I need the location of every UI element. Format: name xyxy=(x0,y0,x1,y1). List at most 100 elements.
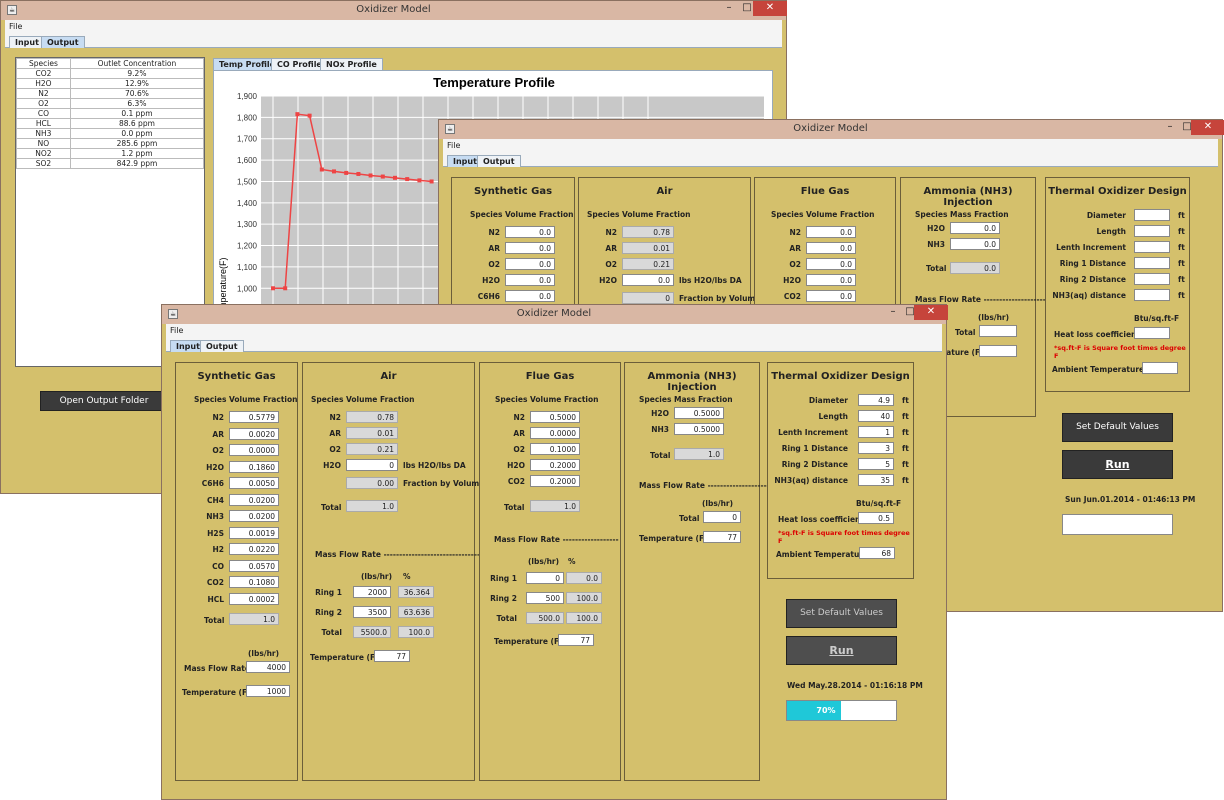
species-cell: CO2 xyxy=(16,68,71,79)
tab-output[interactable]: Output xyxy=(477,155,521,167)
close-icon[interactable]: ✕ xyxy=(914,305,948,320)
synthetic-temperature-field[interactable]: 1000 xyxy=(246,685,290,697)
co2-field[interactable]: 0.1080 xyxy=(229,576,279,588)
n2-field[interactable]: 0.0 xyxy=(505,226,555,238)
back-titlebar[interactable]: ☕ Oxidizer Model – □ ✕ xyxy=(1,1,787,20)
ch4-field[interactable]: 0.0200 xyxy=(229,493,279,506)
design-field[interactable]: 3 xyxy=(858,442,894,454)
nh3-field[interactable]: 0.0 xyxy=(950,238,1000,250)
h2o-field[interactable]: 0.0 xyxy=(622,274,674,286)
ring-lbs-field[interactable]: 0 xyxy=(526,572,564,584)
set-default-values-button[interactable]: Set Default Values xyxy=(786,599,897,628)
h2o-field[interactable]: 0 xyxy=(346,459,398,471)
total-label: Total xyxy=(650,451,671,460)
o2-field[interactable]: 0.0 xyxy=(505,258,555,270)
hcl-field[interactable]: 0.0002 xyxy=(229,592,279,605)
ar-field[interactable]: 0.0020 xyxy=(229,427,279,440)
menu-file[interactable]: File xyxy=(5,20,782,34)
co-field[interactable]: 0.0570 xyxy=(229,559,279,572)
air-temperature-field[interactable]: 77 xyxy=(374,650,410,662)
h2o-field[interactable]: 0.2000 xyxy=(530,459,580,471)
h2s-field[interactable]: 0.0019 xyxy=(229,526,279,539)
unit-ft: ft xyxy=(902,412,909,421)
nh3-field[interactable]: 0.0200 xyxy=(229,510,279,522)
species-cell: O2 xyxy=(16,98,71,109)
n2-field[interactable]: 0.0 xyxy=(806,226,856,238)
design-label: Lenth Increment xyxy=(778,428,848,437)
tab-nox-profile[interactable]: NOx Profile xyxy=(320,58,383,70)
design-field[interactable]: 4.9 xyxy=(858,394,894,406)
nh3-field[interactable]: 0.5000 xyxy=(674,423,724,435)
data-point xyxy=(405,177,410,182)
open-output-folder-button[interactable]: Open Output Folder xyxy=(40,391,168,411)
species-label-c6h6: C6H6 xyxy=(201,479,224,488)
design-field[interactable] xyxy=(1134,225,1170,237)
tab-output[interactable]: Output xyxy=(41,36,85,48)
heat-loss-field[interactable] xyxy=(1134,327,1170,339)
o2-field[interactable]: 0.0000 xyxy=(229,444,279,456)
species-label-n2: N2 xyxy=(605,228,618,237)
design-field[interactable] xyxy=(1134,273,1170,285)
co2-field[interactable]: 0.0 xyxy=(806,290,856,302)
ring-lbs-field[interactable]: 500 xyxy=(526,592,564,604)
front-window: ☕ Oxidizer Model – □ ✕ File Input Output… xyxy=(161,304,948,800)
ambient-field[interactable]: 68 xyxy=(859,547,895,559)
front-titlebar[interactable]: ☕ Oxidizer Model – □ ✕ xyxy=(162,305,948,324)
h2o-field[interactable]: 0.0 xyxy=(806,274,856,286)
h2o-field[interactable]: 0.1860 xyxy=(229,460,279,473)
c6h6-field[interactable]: 0.0 xyxy=(505,290,555,302)
design-field[interactable]: 5 xyxy=(858,458,894,470)
menu-file[interactable]: File xyxy=(166,324,942,338)
design-field[interactable] xyxy=(1134,241,1170,253)
middle-titlebar[interactable]: ☕ Oxidizer Model – □ ✕ xyxy=(439,120,1224,139)
h2-field[interactable]: 0.0220 xyxy=(229,543,279,555)
run-button[interactable]: Run xyxy=(786,636,897,665)
design-field[interactable]: 40 xyxy=(858,410,894,422)
ar-field[interactable]: 0.0 xyxy=(505,242,555,254)
menu-file[interactable]: File xyxy=(443,139,1218,153)
h2o-field[interactable]: 0.0 xyxy=(505,274,555,286)
data-point xyxy=(295,112,300,117)
concentration-cell: 12.9% xyxy=(69,78,205,89)
ring-lbs-field[interactable]: 2000 xyxy=(353,586,391,598)
nh3-temperature-field[interactable] xyxy=(979,345,1017,357)
close-icon[interactable]: ✕ xyxy=(753,1,787,16)
co2-field[interactable]: 0.2000 xyxy=(530,475,580,487)
species-label-co2: CO2 xyxy=(507,477,525,486)
col-species: Species xyxy=(587,210,620,219)
table-row: H2O 12.9% xyxy=(16,78,205,89)
tab-input[interactable]: Input xyxy=(9,36,45,48)
ambient-field[interactable] xyxy=(1142,362,1178,374)
design-field[interactable]: 1 xyxy=(858,426,894,438)
run-button[interactable]: Run xyxy=(1062,450,1173,479)
n2-field[interactable]: 0.5779 xyxy=(229,411,279,423)
ar-field[interactable]: 0.0000 xyxy=(530,427,580,439)
synthetic-mass-flow-field[interactable]: 4000 xyxy=(246,661,290,673)
species-label-h2o: H2O xyxy=(507,461,525,470)
col-mass-fraction: Mass Fraction xyxy=(950,210,1009,219)
ar-field[interactable]: 0.0 xyxy=(806,242,856,254)
n2-field[interactable]: 0.5000 xyxy=(530,411,580,423)
close-icon[interactable]: ✕ xyxy=(1191,120,1224,135)
tab-bar: Input Output xyxy=(5,34,782,48)
nh3-total-flow-field[interactable] xyxy=(979,325,1017,337)
progress-bar xyxy=(1062,514,1173,535)
nh3-total-flow-field[interactable]: 0 xyxy=(703,511,741,523)
species-label-ar: AR xyxy=(513,429,525,438)
h2o-field[interactable]: 0.5000 xyxy=(674,407,724,419)
heat-loss-field[interactable]: 0.5 xyxy=(858,512,894,524)
ring-label: Total xyxy=(321,628,343,637)
flue-temperature-field[interactable]: 77 xyxy=(558,634,594,646)
design-field[interactable] xyxy=(1134,257,1170,269)
design-field[interactable] xyxy=(1134,289,1170,301)
tab-output[interactable]: Output xyxy=(200,340,244,352)
c6h6-field[interactable]: 0.0050 xyxy=(229,477,279,489)
design-field[interactable] xyxy=(1134,209,1170,221)
o2-field[interactable]: 0.0 xyxy=(806,258,856,270)
design-field[interactable]: 35 xyxy=(858,474,894,486)
nh3-temperature-field[interactable]: 77 xyxy=(703,531,741,543)
h2o-field[interactable]: 0.0 xyxy=(950,222,1000,234)
ring-lbs-field[interactable]: 3500 xyxy=(353,606,391,618)
set-default-values-button[interactable]: Set Default Values xyxy=(1062,413,1173,442)
o2-field[interactable]: 0.1000 xyxy=(530,443,580,455)
